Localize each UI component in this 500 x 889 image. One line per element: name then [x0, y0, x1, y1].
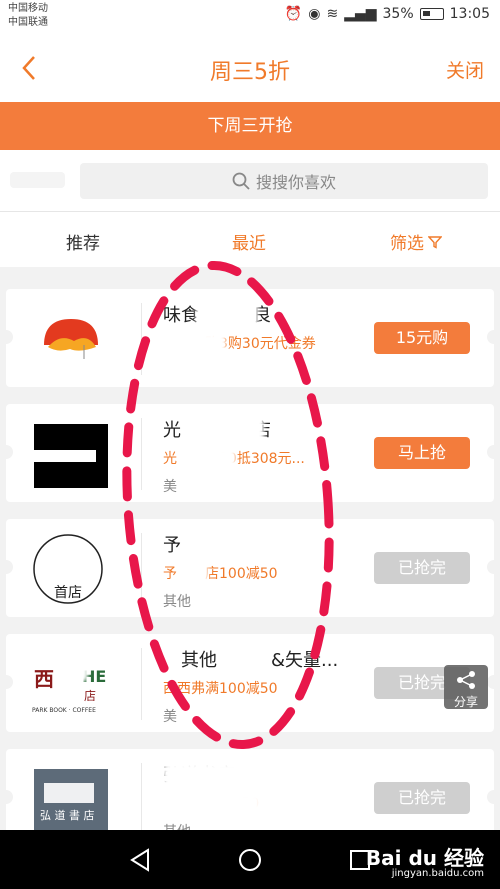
search-input[interactable]: 搜搜你喜欢: [80, 163, 488, 199]
svg-text:首店: 首店: [54, 585, 82, 601]
watermark-logo: Bai du 经验: [365, 846, 484, 870]
privacy-blur: [174, 333, 226, 355]
app-header: 周三5折 关闭: [0, 36, 500, 102]
tab-recommend[interactable]: 推荐: [66, 229, 100, 254]
store-logo: [44, 319, 98, 359]
share-icon: [457, 671, 475, 689]
battery-percent: 35%: [382, 6, 414, 22]
privacy-blur: [163, 793, 261, 815]
deal-text: 西西弗满100减50: [163, 681, 278, 697]
search-icon: [232, 172, 250, 190]
close-button[interactable]: 关闭: [446, 56, 484, 83]
banner: 下周三开抢: [0, 102, 500, 150]
privacy-blur: [186, 416, 264, 444]
wifi-icon: ≋: [326, 6, 339, 22]
signal-icon: ▂▄▆: [344, 6, 377, 22]
svg-text:西: 西: [34, 667, 54, 691]
list-item[interactable]: 光 店 光 30抵308元... 美 马上抢: [0, 404, 500, 502]
privacy-blur: [163, 763, 313, 789]
filter-icon: [428, 235, 442, 249]
status-icons: ⏰ ◉ ≋ ▂▄▆ 35% 13:05: [285, 6, 490, 22]
clock: 13:05: [449, 6, 490, 22]
privacy-blur: [221, 646, 267, 672]
carrier-info: 中国移动 中国联通: [8, 2, 48, 30]
privacy-blur: [184, 448, 236, 470]
card-divider: [141, 763, 142, 830]
share-label: 分享: [453, 695, 478, 709]
list-item[interactable]: 西 HE 店 PARK BOOK · COFFEE 其他 &矢量... 西西弗满…: [0, 634, 500, 732]
buy-button[interactable]: 15元购: [374, 322, 470, 354]
privacy-blur: [62, 652, 88, 682]
tab-filter-label: 筛选: [390, 234, 424, 254]
watermark-domain: jingyan.baidu.com: [391, 868, 484, 879]
list-item[interactable]: 味食 良 购3购30元代金券 15元购: [0, 289, 500, 387]
sold-out-button: 已抢完: [374, 782, 470, 814]
list-item[interactable]: 弘 道 書 店 弘道书店 x50 其他 已抢完: [0, 749, 500, 830]
store-logo: [30, 424, 108, 488]
deal-list: 味食 良 购3购30元代金券 15元购 光 店 光 30抵308元... 美 马…: [0, 267, 500, 830]
search-placeholder: 搜搜你喜欢: [255, 173, 336, 192]
store-logo: 弘 道 書 店: [34, 769, 108, 830]
card-divider: [141, 418, 142, 490]
store-name: 味食 良: [163, 305, 271, 326]
store-category: 其他: [163, 821, 191, 830]
page-title: 周三5折: [210, 60, 290, 85]
tab-filter[interactable]: 筛选: [390, 229, 442, 254]
privacy-blur: [178, 563, 208, 585]
privacy-blur: [196, 301, 258, 329]
card-divider: [141, 648, 142, 720]
share-button[interactable]: 分享: [444, 665, 488, 709]
alarm-icon: ⏰: [284, 6, 303, 22]
carrier-1: 中国移动: [8, 3, 48, 14]
card-divider: [141, 303, 142, 375]
nav-home-icon[interactable]: [236, 846, 264, 874]
eye-icon: ◉: [308, 6, 321, 22]
store-category: 其他: [163, 594, 191, 610]
sold-out-button: 已抢完: [374, 552, 470, 584]
store-category: 美: [163, 479, 177, 495]
nav-back-icon[interactable]: [126, 846, 154, 874]
status-bar: 中国移动 中国联通 ⏰ ◉ ≋ ▂▄▆ 35% 13:05: [0, 0, 500, 36]
search-row: 搜搜你喜欢: [0, 150, 500, 212]
svg-text:弘 道 書 店: 弘 道 書 店: [40, 808, 95, 822]
sort-tabs: 推荐 最近 筛选: [0, 212, 500, 267]
list-item[interactable]: 首店 予 予 店100减50 其他 已抢完: [0, 519, 500, 617]
city-selector[interactable]: [10, 172, 65, 188]
grab-button[interactable]: 马上抢: [374, 437, 470, 469]
card-divider: [141, 533, 142, 605]
tab-recent[interactable]: 最近: [232, 229, 266, 254]
store-name: 予: [163, 535, 181, 556]
svg-text:店: 店: [84, 689, 96, 703]
carrier-2: 中国联通: [8, 17, 48, 28]
store-logo: 首店: [33, 534, 103, 604]
svg-text:PARK BOOK · COFFEE: PARK BOOK · COFFEE: [32, 707, 96, 714]
system-nav-bar: Bai du 经验 jingyan.baidu.com: [0, 830, 500, 889]
battery-icon: [419, 8, 444, 20]
store-category: 美: [163, 709, 177, 725]
